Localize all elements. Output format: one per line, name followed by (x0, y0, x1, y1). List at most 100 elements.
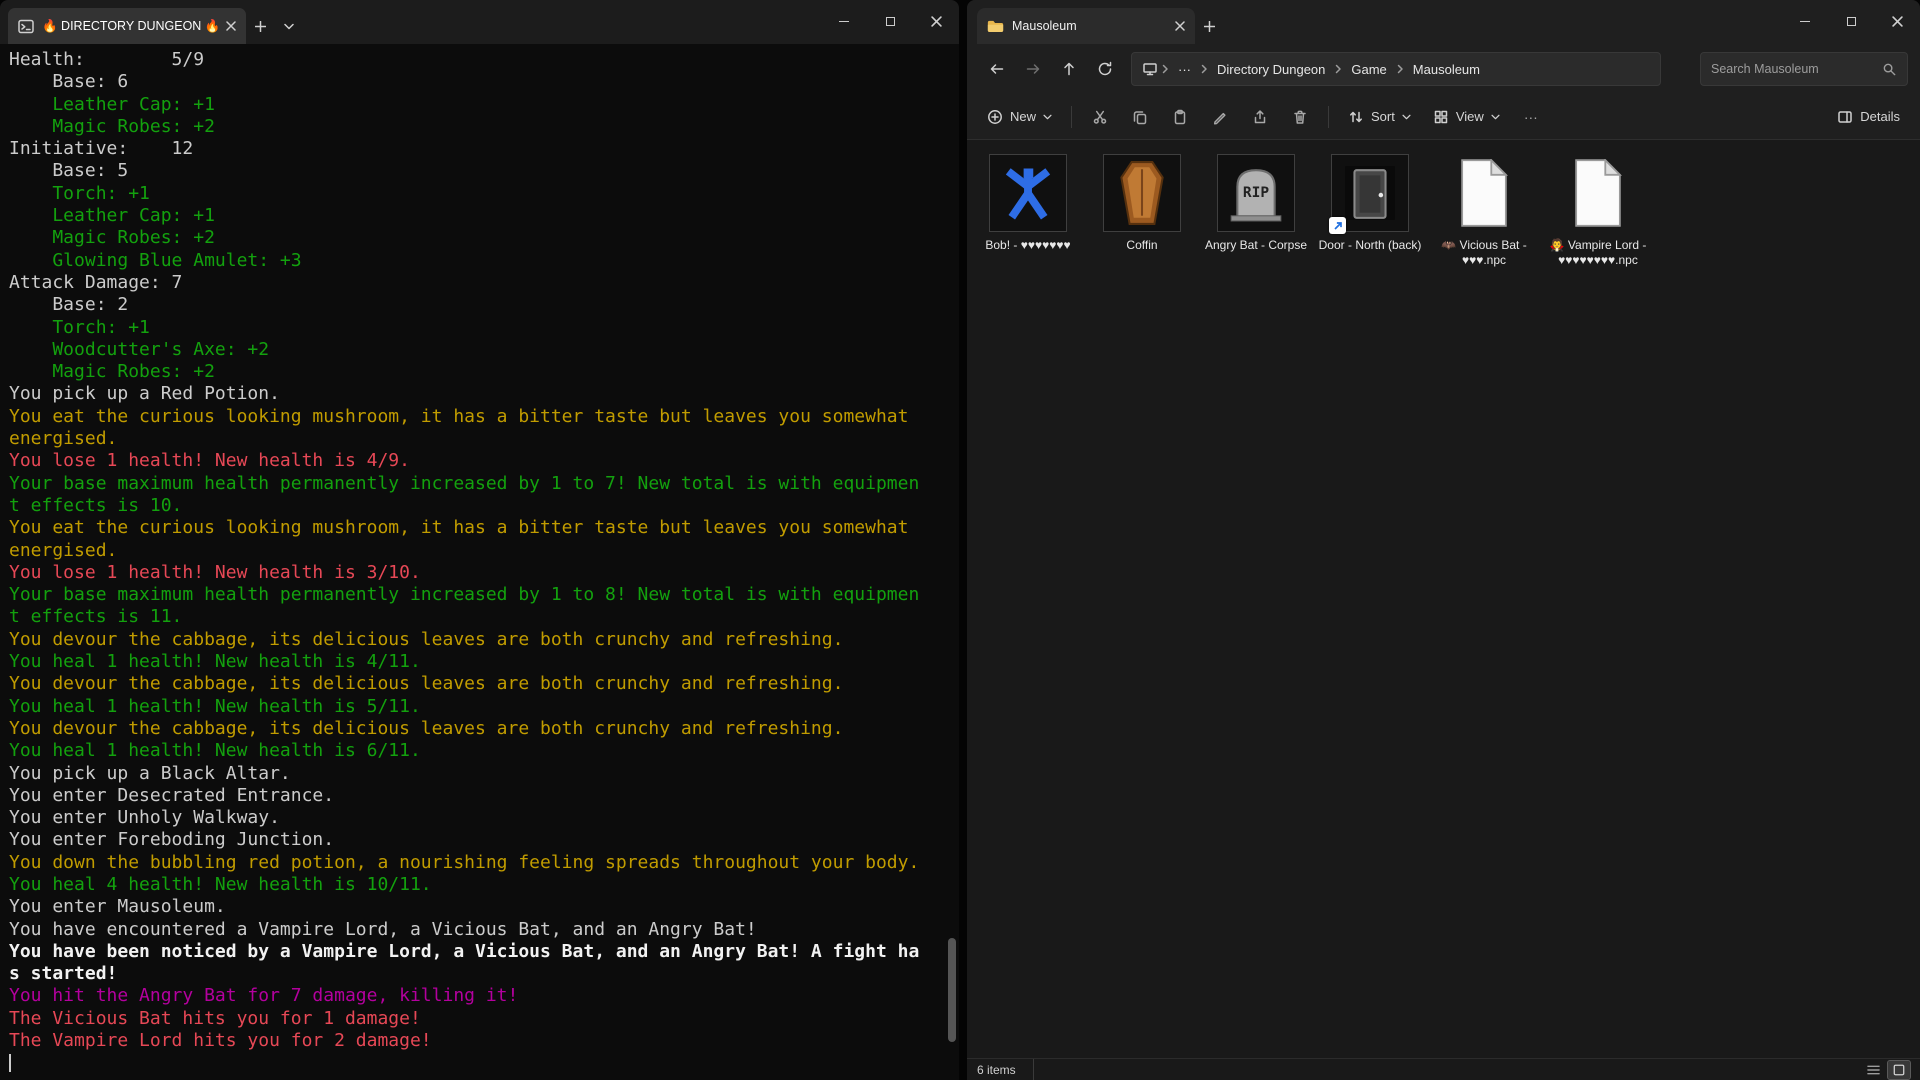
terminal-line: t effects is 10. (9, 495, 949, 517)
file-name: Angry Bat - Corpse (1205, 238, 1307, 253)
maximize-icon (886, 17, 895, 26)
shortcut-overlay-icon (1329, 217, 1346, 234)
forward-button[interactable] (1015, 52, 1051, 86)
tab-close-icon[interactable] (1175, 21, 1185, 31)
breadcrumb-item[interactable]: Mausoleum (1407, 59, 1486, 80)
close-button[interactable] (1874, 0, 1920, 42)
terminal-line: You down the bubbling red potion, a nour… (9, 852, 949, 874)
maximize-button[interactable] (867, 0, 913, 42)
file-thumbnail (1559, 154, 1637, 232)
terminal-cursor (9, 1054, 11, 1072)
new-tab-button[interactable] (246, 8, 275, 44)
terminal-line: You eat the curious looking mushroom, it… (9, 517, 949, 539)
terminal-line: You enter Foreboding Junction. (9, 829, 949, 851)
minimize-icon (1800, 21, 1810, 22)
minimize-button[interactable] (821, 0, 867, 42)
maximize-button[interactable] (1828, 0, 1874, 42)
search-icon (1882, 62, 1897, 77)
up-button[interactable] (1051, 52, 1087, 86)
list-view-icon (1867, 1064, 1880, 1076)
new-button[interactable]: New (977, 102, 1062, 132)
terminal-line: energised. (9, 428, 949, 450)
terminal-line: Magic Robes: +2 (9, 361, 949, 383)
sort-button[interactable]: Sort (1338, 102, 1421, 132)
new-tab-button[interactable] (1195, 8, 1224, 44)
view-button[interactable]: View (1423, 102, 1510, 132)
toolbar-divider (1328, 106, 1329, 128)
close-button[interactable] (913, 0, 959, 42)
chevron-down-icon (1043, 114, 1052, 120)
details-view-toggle[interactable] (1862, 1061, 1884, 1079)
details-button-label: Details (1860, 109, 1900, 124)
breadcrumb-item[interactable]: Game (1345, 59, 1392, 80)
desktop: 🔥 DIRECTORY DUNGEON 🔥 (0, 0, 1920, 1080)
door-icon (1341, 164, 1399, 222)
this-pc-icon (1142, 61, 1158, 77)
rename-button[interactable] (1201, 100, 1239, 134)
terminal-window-controls (821, 0, 959, 42)
cut-button[interactable] (1081, 100, 1119, 134)
explorer-content: Bob! - ♥♥♥♥♥♥♥ Coffin RIP Angry Bat - Co… (967, 140, 1920, 1058)
refresh-icon (1097, 61, 1113, 77)
back-button[interactable] (979, 52, 1015, 86)
file-item[interactable]: Coffin (1085, 148, 1199, 259)
close-icon (931, 16, 942, 27)
terminal-line: You enter Mausoleum. (9, 896, 949, 918)
search-input[interactable] (1711, 62, 1882, 76)
file-item[interactable]: Bob! - ♥♥♥♥♥♥♥ (971, 148, 1085, 259)
explorer-titlebar: Mausoleum (967, 0, 1920, 44)
terminal-line: Initiative: 12 (9, 138, 949, 160)
file-thumbnail (1445, 154, 1523, 232)
terminal-line: Magic Robes: +2 (9, 116, 949, 138)
terminal-line: You pick up a Black Altar. (9, 763, 949, 785)
details-button[interactable]: Details (1827, 102, 1910, 132)
terminal-line: s started! (9, 963, 949, 985)
sort-button-label: Sort (1371, 109, 1395, 124)
terminal-line: You hit the Angry Bat for 7 damage, kill… (9, 985, 949, 1007)
thumbnail-view-icon (1893, 1064, 1905, 1076)
file-name: 🧛 Vampire Lord - ♥♥♥♥♥♥♥♥.npc (1543, 238, 1653, 268)
copy-button[interactable] (1121, 100, 1159, 134)
close-icon (1892, 16, 1903, 27)
terminal-line: Your base maximum health permanently inc… (9, 584, 949, 606)
share-icon (1252, 109, 1268, 125)
terminal-icon (18, 19, 34, 34)
terminal-line: t effects is 11. (9, 606, 949, 628)
terminal-line: You lose 1 health! New health is 4/9. (9, 450, 949, 472)
breadcrumb-overflow[interactable]: ··· (1172, 59, 1197, 80)
more-button[interactable]: ··· (1512, 100, 1550, 134)
chevron-right-icon (1333, 63, 1343, 75)
minimize-button[interactable] (1782, 0, 1828, 42)
scissors-icon (1092, 109, 1108, 125)
icons-view-toggle[interactable] (1888, 1061, 1910, 1079)
terminal-scrollbar[interactable] (948, 938, 956, 1042)
forward-arrow-icon (1025, 61, 1041, 77)
tab-close-icon[interactable] (226, 21, 236, 31)
file-name: Coffin (1126, 238, 1157, 253)
explorer-toolbar: New (967, 94, 1920, 140)
file-item[interactable]: Door - North (back) (1313, 148, 1427, 259)
file-item[interactable]: 🧛 Vampire Lord - ♥♥♥♥♥♥♥♥.npc (1541, 148, 1655, 274)
breadcrumb: ··· Directory Dungeon Game Mausoleum (1131, 52, 1661, 86)
file-thumbnail (1103, 154, 1181, 232)
terminal-tab[interactable]: 🔥 DIRECTORY DUNGEON 🔥 (8, 8, 246, 44)
back-arrow-icon (989, 61, 1005, 77)
minimize-icon (839, 21, 849, 22)
file-item[interactable]: RIP Angry Bat - Corpse (1199, 148, 1313, 259)
tab-dropdown-button[interactable] (275, 8, 303, 44)
statusbar-divider (1033, 1059, 1034, 1080)
terminal-line: Woodcutter's Axe: +2 (9, 339, 949, 361)
refresh-button[interactable] (1087, 52, 1123, 86)
file-item[interactable]: 🦇 Vicious Bat - ♥♥♥.npc (1427, 148, 1541, 274)
explorer-tab[interactable]: Mausoleum (977, 8, 1195, 44)
file-name: Bob! - ♥♥♥♥♥♥♥ (985, 238, 1070, 253)
delete-button[interactable] (1281, 100, 1319, 134)
paste-button[interactable] (1161, 100, 1199, 134)
terminal-line: You devour the cabbage, its delicious le… (9, 629, 949, 651)
terminal-line: You heal 4 health! New health is 10/11. (9, 874, 949, 896)
terminal-line: You have been noticed by a Vampire Lord,… (9, 941, 949, 963)
share-button[interactable] (1241, 100, 1279, 134)
breadcrumb-item[interactable]: Directory Dungeon (1211, 59, 1331, 80)
terminal-titlebar: 🔥 DIRECTORY DUNGEON 🔥 (0, 0, 959, 44)
terminal-line: Health: 5/9 (9, 49, 949, 71)
